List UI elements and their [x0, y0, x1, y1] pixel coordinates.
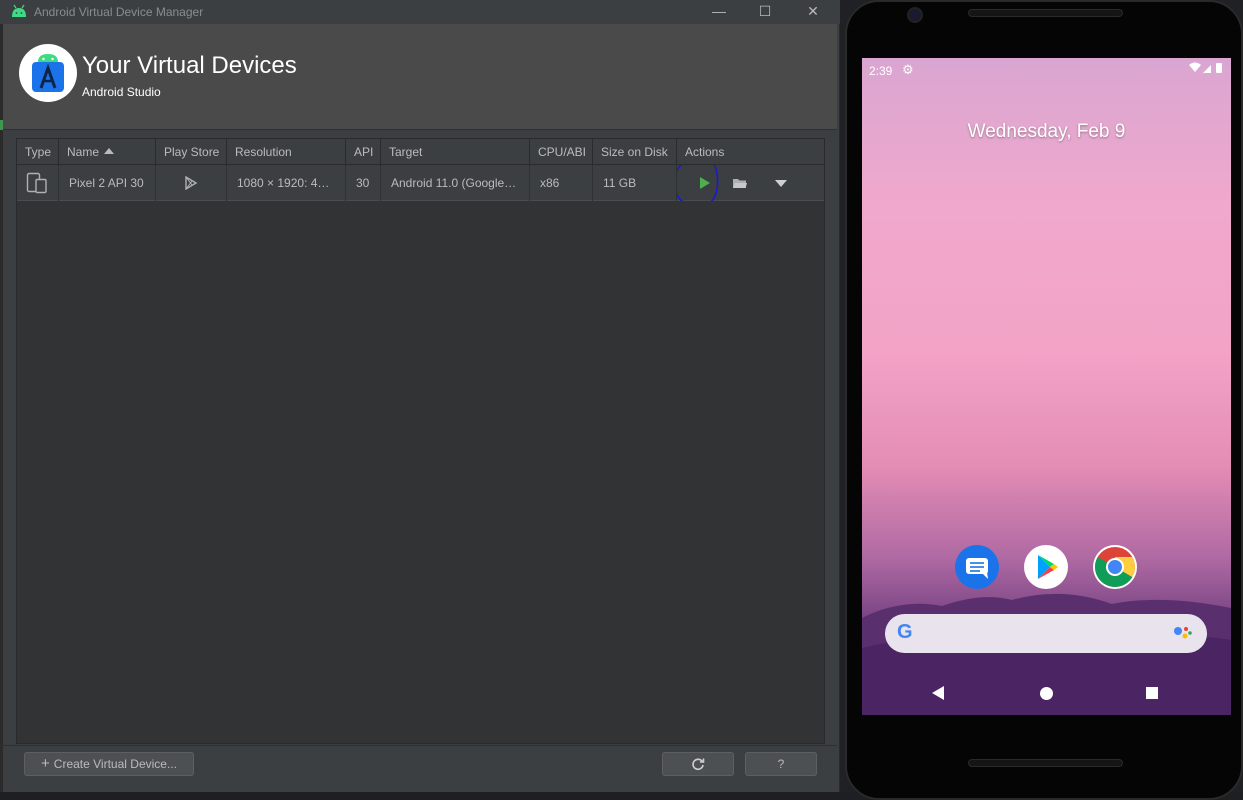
avd-manager-window: Android Virtual Device Manager — ☐ ✕ You…	[0, 0, 840, 792]
dropdown-arrow-icon	[775, 180, 787, 187]
header-banner: Your Virtual Devices Android Studio	[3, 24, 837, 130]
plus-icon: +	[41, 755, 50, 772]
android-studio-icon	[32, 54, 64, 92]
page-subtitle: Android Studio	[82, 85, 161, 99]
android-icon	[12, 4, 26, 17]
column-header-size-on-disk[interactable]: Size on Disk	[593, 139, 677, 165]
refresh-button[interactable]	[662, 752, 734, 776]
navigation-bar	[862, 673, 1231, 715]
table-header: Type Name Play Store Resolution API Targ…	[17, 139, 824, 165]
title-bar: Android Virtual Device Manager — ☐ ✕	[0, 0, 840, 24]
google-search-bar[interactable]: G	[885, 614, 1207, 653]
column-header-play-store[interactable]: Play Store	[156, 139, 227, 165]
minimize-button[interactable]: —	[696, 0, 742, 24]
chrome-logo	[1095, 547, 1135, 587]
show-on-disk-button[interactable]	[727, 165, 753, 201]
messages-icon[interactable]	[955, 545, 999, 589]
size-on-disk-cell: 11 GB	[593, 165, 677, 201]
target-cell: Android 11.0 (Google…	[381, 165, 530, 201]
help-button[interactable]: ?	[745, 752, 817, 776]
play-store-cell	[156, 165, 227, 201]
emulator-screen[interactable]: 2:39 ⚙ Wednesday, Feb 9 G	[862, 58, 1231, 715]
device-name-cell: Pixel 2 API 30	[59, 165, 156, 201]
message-bubble-icon	[966, 558, 988, 579]
bottom-speaker-grille	[968, 759, 1123, 767]
google-g-icon: G	[897, 621, 913, 643]
device-table: Type Name Play Store Resolution API Targ…	[16, 138, 825, 744]
status-time: 2:39	[869, 64, 893, 78]
launch-play-icon	[700, 177, 710, 189]
date-widget[interactable]: Wednesday, Feb 9	[862, 121, 1231, 143]
column-header-api[interactable]: API	[346, 139, 381, 165]
play-store-icon	[185, 175, 198, 191]
window-title: Android Virtual Device Manager	[34, 5, 204, 19]
cpu-abi-cell: x86	[530, 165, 593, 201]
refresh-icon	[692, 758, 705, 771]
page-title: Your Virtual Devices	[82, 52, 297, 79]
camera-icon	[907, 7, 923, 23]
column-header-name-label: Name	[67, 145, 100, 159]
resolution-cell: 1080 × 1920: 4…	[227, 165, 346, 201]
left-edge-strip	[0, 24, 3, 792]
status-bar: 2:39 ⚙	[862, 58, 1231, 82]
top-speaker-grille	[968, 9, 1123, 17]
status-icons	[1189, 62, 1225, 77]
settings-gear-icon: ⚙	[902, 62, 914, 77]
chrome-icon[interactable]	[1093, 545, 1137, 589]
home-icon[interactable]	[1040, 687, 1053, 700]
create-button-label: Create Virtual Device...	[53, 757, 177, 771]
launch-button[interactable]	[691, 165, 719, 201]
more-actions-dropdown[interactable]	[767, 165, 795, 201]
column-header-actions: Actions	[685, 145, 725, 159]
google-assistant-icon[interactable]	[1173, 626, 1193, 640]
play-store-app-icon[interactable]	[1024, 545, 1068, 589]
device-phone-tablet-icon	[26, 172, 47, 194]
column-header-type[interactable]: Type	[17, 139, 59, 165]
android-studio-logo	[19, 44, 77, 102]
actions-cell	[677, 165, 824, 201]
column-header-name[interactable]: Name	[59, 139, 156, 165]
maximize-button[interactable]: ☐	[742, 0, 788, 24]
sort-ascending-icon	[104, 148, 115, 154]
device-type-cell	[17, 165, 59, 201]
back-icon[interactable]	[932, 686, 944, 700]
recents-icon[interactable]	[1146, 687, 1158, 699]
footer-separator	[0, 745, 837, 746]
folder-icon	[733, 179, 747, 188]
create-virtual-device-button[interactable]: + Create Virtual Device...	[24, 752, 194, 776]
table-row[interactable]: Pixel 2 API 30 1080 × 1920: 4… 30 Androi…	[17, 165, 824, 201]
column-header-target[interactable]: Target	[381, 139, 530, 165]
column-header-resolution[interactable]: Resolution	[227, 139, 346, 165]
wifi-signal-battery-icon	[1189, 62, 1222, 73]
play-store-logo	[1038, 555, 1058, 579]
api-cell: 30	[346, 165, 381, 201]
column-header-cpu-abi[interactable]: CPU/ABI	[530, 139, 593, 165]
close-button[interactable]: ✕	[790, 0, 836, 24]
